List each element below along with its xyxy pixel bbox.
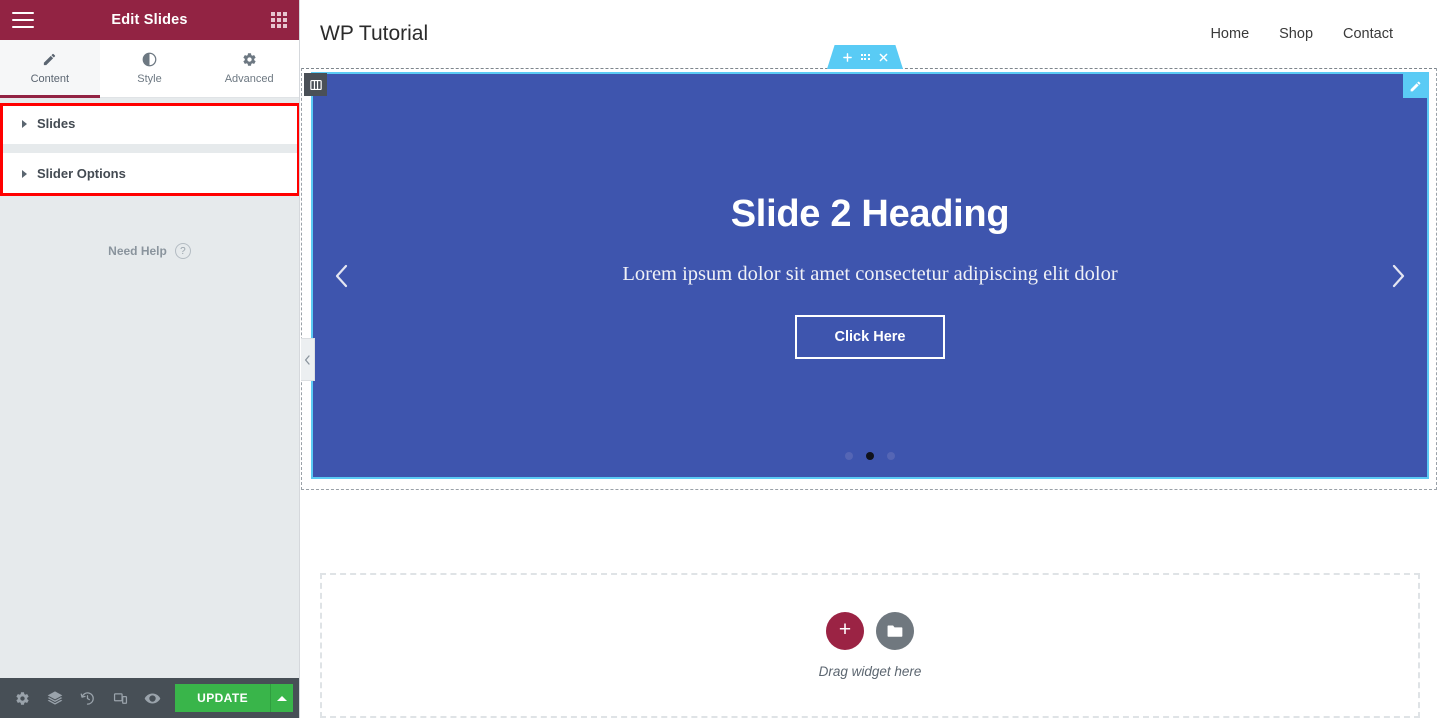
pencil-icon [42,52,57,67]
elementor-editor-screen: Edit Slides Content Style Advanced Slide… [0,0,1440,718]
history-clock-icon[interactable] [71,678,104,718]
slide-dot-1[interactable] [845,452,853,460]
settings-gear-icon[interactable] [6,678,39,718]
preview-canvas: WP Tutorial Home Shop Contact Slide 2 He… [301,0,1440,718]
site-nav: Home Shop Contact [1210,26,1393,42]
tab-advanced[interactable]: Advanced [199,40,300,97]
six-dots-drag-icon[interactable] [860,54,870,60]
layers-navigator-icon[interactable] [39,678,72,718]
hamburger-icon[interactable] [12,12,34,28]
accordion-section-slides[interactable]: Slides [0,103,299,144]
panel-footer: UPDATE [0,678,299,718]
column-edit-icon[interactable] [304,73,327,96]
accordion-section-slider-options[interactable]: Slider Options [0,153,299,194]
accordion-divider [0,144,299,153]
panel-title: Edit Slides [111,12,188,28]
nav-link-shop[interactable]: Shop [1279,26,1313,42]
update-button[interactable]: UPDATE [175,684,270,712]
panel-tabs: Content Style Advanced [0,40,300,98]
nav-link-contact[interactable]: Contact [1343,26,1393,42]
tab-advanced-label: Advanced [224,73,274,85]
need-help: Need Help ? [0,243,299,259]
tab-style-label: Style [137,73,162,85]
accordion-label-slides: Slides [37,116,76,131]
folder-template-icon[interactable] [876,612,914,650]
chevron-left-icon[interactable] [331,261,353,291]
drag-widget-drop-area[interactable]: + Drag widget here [320,573,1420,718]
caret-up-icon [277,695,287,701]
slide-content: Slide 2 Heading Lorem ipsum dolor sit am… [313,74,1427,477]
update-options-caret[interactable] [269,684,294,712]
slide-cta-button[interactable]: Click Here [794,314,946,359]
tab-content-label: Content [30,73,70,85]
contrast-circle-icon [142,52,157,67]
slide-heading: Slide 2 Heading [730,192,1010,235]
triangle-right-icon [22,119,27,128]
section-outline: Slide 2 Heading Lorem ipsum dolor sit am… [301,45,1437,490]
nav-link-home[interactable]: Home [1210,26,1249,42]
plus-icon[interactable] [842,52,852,62]
drop-area-label: Drag widget here [818,664,922,679]
grid-apps-icon[interactable] [271,12,287,28]
triangle-right-icon [22,169,27,178]
accordion-label-slider-options: Slider Options [37,166,126,181]
need-help-label: Need Help [108,244,167,258]
site-title: WP Tutorial [320,22,429,45]
responsive-mode-icon[interactable] [104,678,137,718]
slide-description: Lorem ipsum dolor sit amet consectetur a… [622,262,1118,285]
plus-icon[interactable]: + [826,612,864,650]
slide-pagination-dots [313,452,1427,460]
section-handle-toolbar [827,45,903,69]
editor-panel: Edit Slides Content Style Advanced Slide… [0,0,300,718]
slide-widget[interactable]: Slide 2 Heading Lorem ipsum dolor sit am… [311,72,1429,479]
question-circle-icon[interactable]: ? [174,243,191,259]
tab-content[interactable]: Content [0,40,100,98]
slide-dot-3[interactable] [887,452,895,460]
controls-accordion: Slides Slider Options [0,103,299,194]
slide-dot-2[interactable] [866,452,874,460]
panel-collapse-tab[interactable] [301,338,315,381]
gear-icon [242,52,257,67]
pencil-edit-icon[interactable] [1403,74,1427,98]
panel-body: Slides Slider Options Need Help ? [0,98,299,678]
chevron-right-icon[interactable] [1387,261,1409,291]
close-x-icon[interactable] [879,53,888,62]
drop-area-buttons: + [826,612,914,650]
preview-eye-icon[interactable] [137,678,170,718]
panel-header: Edit Slides [0,0,299,40]
tab-style[interactable]: Style [99,40,200,97]
